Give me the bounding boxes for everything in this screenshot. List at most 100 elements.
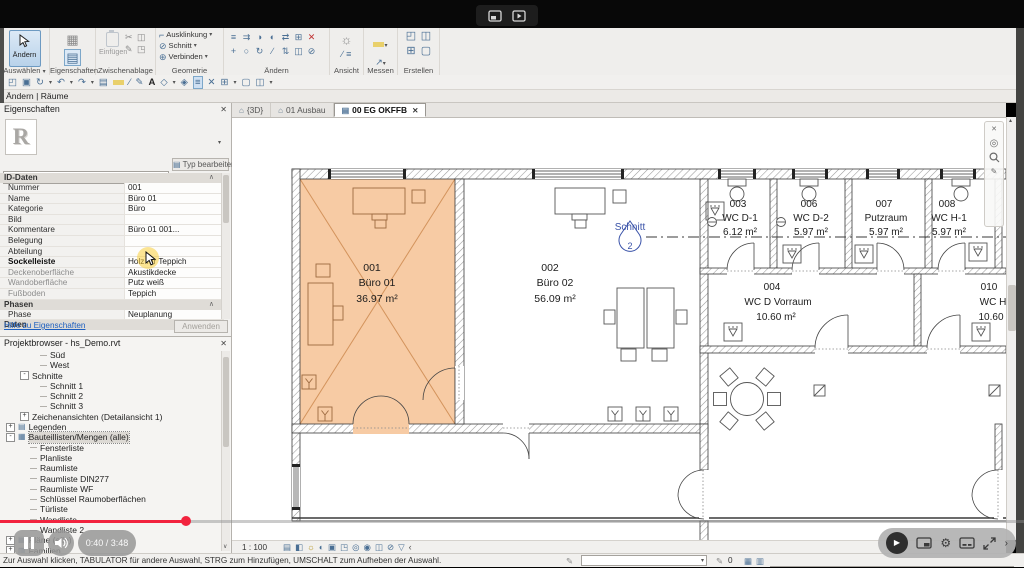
rotate-icon[interactable]: ↻ (253, 46, 266, 60)
chevron-down-icon[interactable]: ▾ (233, 79, 236, 86)
property-row[interactable]: Kategorie Büro (0, 204, 224, 215)
open-icon[interactable]: ◰ (8, 77, 17, 88)
section-header-id[interactable]: ID-Daten ∧ (0, 173, 224, 183)
properties-scrollbar[interactable] (221, 173, 230, 319)
property-row[interactable]: Name Büro 01 (0, 193, 224, 205)
fullscreen-icon[interactable] (983, 536, 997, 550)
pan-icon[interactable]: ✎ (991, 166, 998, 177)
scroll-up-icon[interactable]: ▴ (1009, 117, 1012, 124)
pause-button[interactable] (14, 530, 44, 556)
create-parts-icon[interactable]: ▢ (419, 46, 434, 61)
tree-item[interactable]: Schnitt 1 (0, 381, 231, 391)
project-browser-close-icon[interactable]: ✕ (220, 339, 227, 348)
tree-item[interactable]: Raumliste (0, 463, 231, 473)
mirror-axis-icon[interactable]: ◑ (253, 32, 266, 46)
tree-item[interactable]: Süd (0, 350, 231, 360)
show-crop-icon[interactable]: ◳ (340, 542, 348, 553)
swap-icon[interactable]: ⇄ (279, 32, 292, 46)
split-icon[interactable]: ∕ (266, 46, 279, 60)
steering-wheel-icon[interactable]: ◎ (990, 138, 999, 149)
chevron-down-icon[interactable]: ▾ (91, 79, 94, 86)
constraints-icon[interactable]: ⊘ (387, 542, 394, 553)
align-icon[interactable]: ≡ (227, 32, 240, 46)
sheet-icon[interactable]: ▢ (241, 77, 250, 88)
hide-category-icon[interactable]: ∕ (342, 49, 344, 59)
section-icon[interactable]: ◈ (181, 77, 188, 88)
tree-item[interactable]: Raumliste WF (0, 484, 231, 494)
tree-item[interactable]: Planliste (0, 453, 231, 463)
chevron-down-icon[interactable]: ▾ (70, 79, 73, 86)
captions-icon[interactable] (959, 537, 975, 549)
delete-icon[interactable]: ✕ (305, 32, 318, 46)
create-similar-icon[interactable]: ◫ (419, 31, 434, 46)
volume-button[interactable] (48, 530, 74, 556)
expander-icon[interactable]: - (6, 433, 15, 443)
sun-path-icon[interactable]: ☼ (307, 542, 315, 552)
detail-line-icon[interactable]: ∕ (129, 77, 131, 88)
cope-button[interactable]: ⌐ Ausklinkung ▾ (159, 29, 220, 40)
properties-close-icon[interactable]: ✕ (220, 105, 227, 114)
vcb-collapse-icon[interactable]: ‹ (409, 542, 412, 552)
type-image[interactable]: R (5, 119, 37, 155)
pin-icon[interactable]: ∧ (209, 300, 214, 310)
sync-icon[interactable]: ↻ (36, 77, 44, 88)
cut-icon[interactable]: ✂ (125, 32, 137, 44)
expander-icon[interactable]: + (6, 422, 15, 432)
analytical-icon[interactable]: ▽ (398, 542, 405, 553)
type-selector-arrow-icon[interactable]: ▾ (218, 139, 221, 146)
group-label-properties[interactable]: Eigenschaften (50, 66, 98, 75)
section-header-phasen[interactable]: Phasen ∧ (0, 299, 224, 310)
expander-icon[interactable]: - (20, 371, 29, 381)
tree-item[interactable]: - Schnitte (0, 371, 231, 381)
user-interface-icon[interactable]: ◫ (255, 77, 264, 88)
drawing-area[interactable]: ⌂ {3D} ⌂ 01 Ausbau ▤ 00 EG OKFFB ✕ Schni… (232, 103, 1007, 542)
scroll-down-icon[interactable]: ∨ (223, 543, 227, 550)
miniplayer-icon[interactable] (916, 537, 932, 549)
workset-combo[interactable]: ▾ (581, 555, 707, 566)
match-type-icon[interactable]: ✎ (125, 44, 137, 56)
property-row[interactable]: Deckenoberfläche Akustikdecke (0, 267, 224, 279)
create-group-icon[interactable]: ◰ (404, 31, 419, 46)
paste-options-icon[interactable]: ◳ (137, 44, 149, 56)
tree-item[interactable]: West (0, 360, 231, 370)
join-geometry-button[interactable]: ⊕ Verbinden ▾ (159, 51, 220, 62)
array-icon[interactable]: ⊞ (292, 32, 305, 46)
cut-geometry-button[interactable]: ⊘ Schnitt ▾ (159, 40, 220, 51)
design-options-icon[interactable]: ▦ (744, 556, 752, 567)
family-properties-icon[interactable]: ▦ (66, 32, 78, 47)
play-button[interactable]: ▶ (886, 532, 908, 554)
settings-gear-icon[interactable]: ⚙ (940, 536, 951, 550)
detail-level-icon[interactable]: ▤ (283, 542, 291, 553)
editing-requests-icon[interactable]: ✎ (716, 556, 723, 567)
property-row[interactable]: Fußboden Teppich (0, 288, 224, 300)
modify-button[interactable]: Ändern (8, 30, 41, 67)
ruler-icon[interactable] (373, 42, 385, 47)
properties-palette-icon[interactable]: ▤ (64, 49, 81, 66)
reveal-hidden-icon[interactable]: ◉ (364, 542, 371, 553)
property-row[interactable]: Wandoberfläche Putz weiß (0, 278, 224, 289)
tree-item[interactable]: Schlüssel Raumoberflächen (0, 494, 231, 504)
view-tab-3d[interactable]: ⌂ {3D} (232, 103, 272, 117)
temporary-hide-icon[interactable]: ◎ (352, 542, 359, 553)
tree-item[interactable]: Raumliste DIN277 (0, 474, 231, 484)
create-assembly-icon[interactable]: ⊞ (404, 46, 419, 61)
pin-icon[interactable]: ∧ (209, 173, 214, 183)
exclude-options-icon[interactable]: ▥ (756, 556, 764, 567)
tree-item[interactable]: Fensterliste (0, 443, 231, 453)
text-icon[interactable]: A (148, 77, 155, 88)
trim-icon[interactable]: ⇅ (279, 46, 292, 60)
default-3d-view-icon[interactable]: ◇ (160, 77, 167, 88)
miniplayer-top-icon[interactable] (512, 9, 526, 22)
hide-elements-icon[interactable]: ☼ (341, 32, 353, 47)
pin-icon[interactable]: ◫ (292, 46, 305, 60)
copy-modify-icon[interactable]: ○ (240, 46, 253, 60)
property-row-sockelleiste[interactable]: SockelleisteHolz für Teppich (0, 257, 224, 268)
property-row-phase[interactable]: Phase Neuplanung (0, 309, 224, 321)
wc-fixtures[interactable] (705, 178, 1001, 397)
undo-icon[interactable]: ↶ (57, 77, 65, 88)
round-table-group[interactable] (713, 367, 781, 431)
view-tab-ausbau[interactable]: ⌂ 01 Ausbau (271, 103, 334, 117)
visual-style-icon[interactable]: ◧ (295, 542, 303, 553)
more-controls-icon[interactable]: › (1005, 538, 1008, 549)
edit-type-button[interactable]: ▤ Typ bearbeiten (172, 158, 236, 171)
